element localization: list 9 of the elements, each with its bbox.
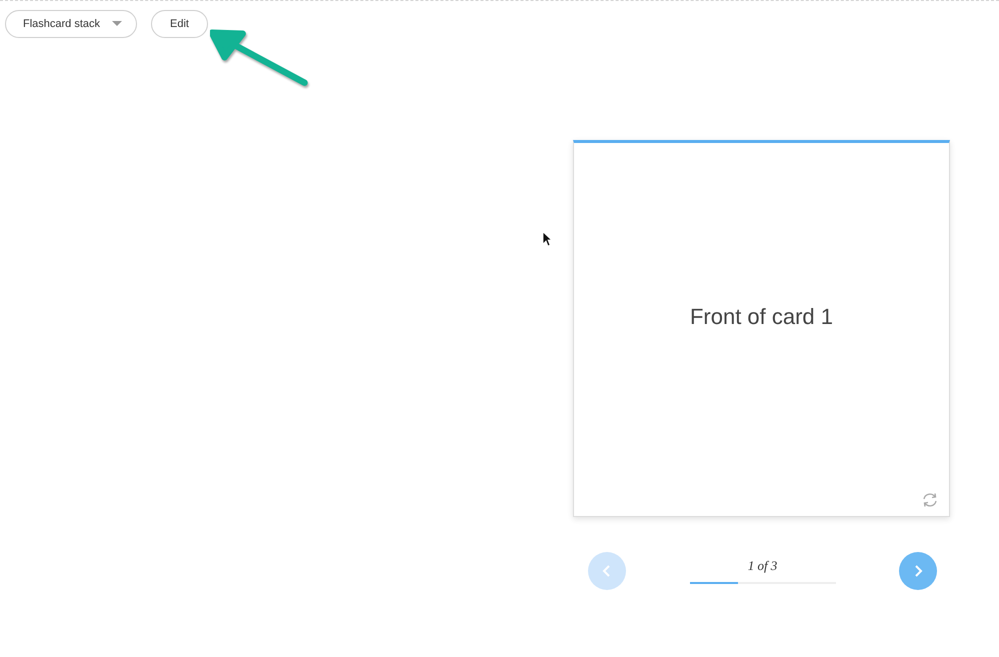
- next-button[interactable]: [899, 552, 937, 590]
- flip-icon[interactable]: [921, 492, 939, 508]
- card-front-text: Front of card 1: [690, 304, 834, 330]
- card-counter: 1 of 3: [748, 558, 778, 574]
- mouse-cursor-icon: [542, 231, 552, 247]
- stack-dropdown[interactable]: Flashcard stack: [5, 10, 138, 38]
- caret-icon: [112, 21, 122, 27]
- flashcard[interactable]: Front of card 1: [573, 140, 950, 517]
- edit-button[interactable]: Edit: [151, 10, 208, 38]
